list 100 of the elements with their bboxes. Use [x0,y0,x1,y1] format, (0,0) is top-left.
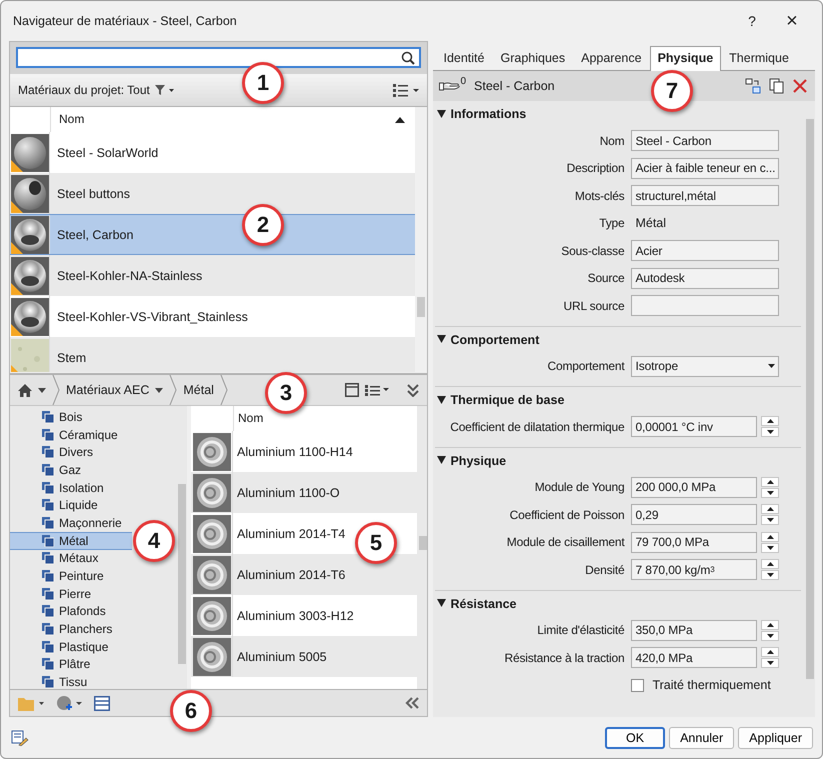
list-view-icon[interactable] [393,83,420,97]
up-arrow-icon [766,562,774,566]
up-arrow-icon [766,622,774,627]
scrollbar[interactable] [417,406,428,689]
tree-item[interactable]: Maçonnerie [10,514,132,532]
tree-item[interactable]: Gaz [10,461,132,479]
search-field[interactable] [16,47,422,68]
tab[interactable]: Apparence [573,46,650,70]
material-row[interactable]: Stem [10,337,416,372]
spin-down-button[interactable] [761,515,780,526]
table-icon[interactable] [94,696,110,710]
text-field[interactable]: structurel,métal [631,185,780,206]
list-view-icon[interactable] [365,384,390,396]
close-button[interactable]: × [772,8,812,34]
material-name[interactable]: Aluminium 5005 [233,650,327,664]
material-row[interactable]: Steel-Kohler-NA-Stainless [10,255,416,296]
tree-item[interactable]: Tissu [10,673,132,689]
tree-item[interactable]: Divers [10,443,132,462]
spin-down-button[interactable] [761,570,780,580]
duplicate-icon[interactable] [769,78,785,94]
tree-item[interactable]: Liquide [10,496,132,514]
dialog-button[interactable]: Annuler [669,726,734,748]
scrollbar[interactable] [415,107,428,372]
number-field[interactable]: 350,0 MPa [631,620,758,641]
home-icon[interactable] [18,384,32,396]
tab[interactable]: Identité [435,46,492,70]
number-field[interactable]: 0,29 [631,504,758,526]
tree-item[interactable]: Isolation [10,478,132,496]
text-field[interactable]: Steel - Carbon [631,130,780,152]
help-button[interactable]: ? [732,12,772,30]
tab[interactable]: Graphiques [492,46,574,70]
collapse-triangle-icon[interactable] [437,599,446,608]
spin-up-button[interactable] [761,416,780,426]
collapse-triangle-icon[interactable] [437,456,446,465]
dialog-button[interactable]: OK [605,726,666,748]
spin-up-button[interactable] [761,559,780,570]
collapse-triangle-icon[interactable] [437,396,446,404]
spin-up-button[interactable] [761,620,780,630]
spin-down-button[interactable] [761,427,780,438]
tree-item[interactable]: Pierre [10,584,132,603]
breadcrumb-link[interactable]: Matériaux AEC [66,383,150,397]
text-field[interactable] [631,295,780,316]
number-field[interactable]: 420,0 MPa [631,647,758,668]
scrollbar[interactable] [177,406,187,689]
tree-item[interactable]: Plâtre [10,656,132,674]
column-header[interactable]: Nom [50,107,396,132]
spin-up-button[interactable] [761,504,780,514]
tree-item[interactable]: Planchers [10,620,132,638]
spin-down-button[interactable] [761,630,780,641]
field-label: Module de Young [534,480,626,494]
text-field[interactable]: Acier à faible teneur en c... [631,158,780,179]
tab[interactable]: Thermique [721,46,797,70]
spin-down-button[interactable] [761,658,780,668]
checkbox[interactable] [631,678,644,692]
tree-item[interactable]: Bois [10,408,132,426]
text-field[interactable]: Autodesk [631,268,780,289]
number-field[interactable]: 7 870,00 kg/m$^{3}$ [631,559,758,580]
tree-item[interactable]: Plafonds [10,602,132,620]
material-row[interactable]: Steel buttons [10,173,416,214]
caret-icon[interactable] [155,388,164,392]
tree-item[interactable]: Céramique [10,426,132,444]
spin-down-button[interactable] [761,542,780,553]
text-field[interactable]: Acier [631,240,780,262]
collapse-triangle-icon[interactable] [437,335,446,344]
panel-icon[interactable] [345,383,360,397]
delete-icon[interactable] [793,79,807,93]
field-label: Sous-classe [560,244,626,258]
field-label: Type [598,216,626,230]
spin-up-button[interactable] [761,647,780,658]
breadcrumb-link[interactable]: Métal [183,383,214,397]
material-name[interactable]: Aluminium 1100-O [233,486,340,500]
material-row[interactable]: Steel - SolarWorld [10,132,416,173]
swap-icon[interactable] [745,78,761,94]
dialog-button[interactable]: Appliquer [738,726,813,748]
filter-icon[interactable] [154,84,175,96]
tree-item[interactable]: Métal [10,532,132,550]
material-name[interactable]: Aluminium 2014-T6 [233,568,346,582]
edit-list-icon[interactable] [11,730,29,746]
material-name[interactable]: Aluminium 3003-H12 [233,608,354,622]
spin-up-button[interactable] [761,476,780,487]
number-field[interactable]: 200 000,0 MPa [631,476,758,498]
spin-up-button[interactable] [761,532,780,542]
dropdown[interactable]: Isotrope [631,356,780,377]
number-field[interactable]: 0,00001 °C inv [631,416,758,438]
tree-item[interactable]: Métaux [10,550,132,568]
material-name[interactable]: Aluminium 2014-T4 [233,526,346,540]
material-name[interactable]: Aluminium 1100-H14 [233,444,353,458]
double-chevron-left-icon[interactable] [405,697,420,709]
globe-add-icon[interactable] [56,695,82,711]
tab[interactable]: Physique [650,46,722,71]
usage-count: 0 [460,76,466,86]
spin-down-button[interactable] [761,488,780,498]
double-chevron-down-icon[interactable] [407,384,420,396]
caret-icon[interactable] [38,388,46,392]
material-row[interactable]: Steel-Kohler-VS-Vibrant_Stainless [10,296,416,337]
tree-item[interactable]: Plastique [10,638,132,656]
tree-item[interactable]: Peinture [10,567,132,585]
number-field[interactable]: 79 700,0 MPa [631,532,758,553]
collapse-triangle-icon[interactable] [437,110,446,118]
stacked-squares-icon [42,658,54,670]
